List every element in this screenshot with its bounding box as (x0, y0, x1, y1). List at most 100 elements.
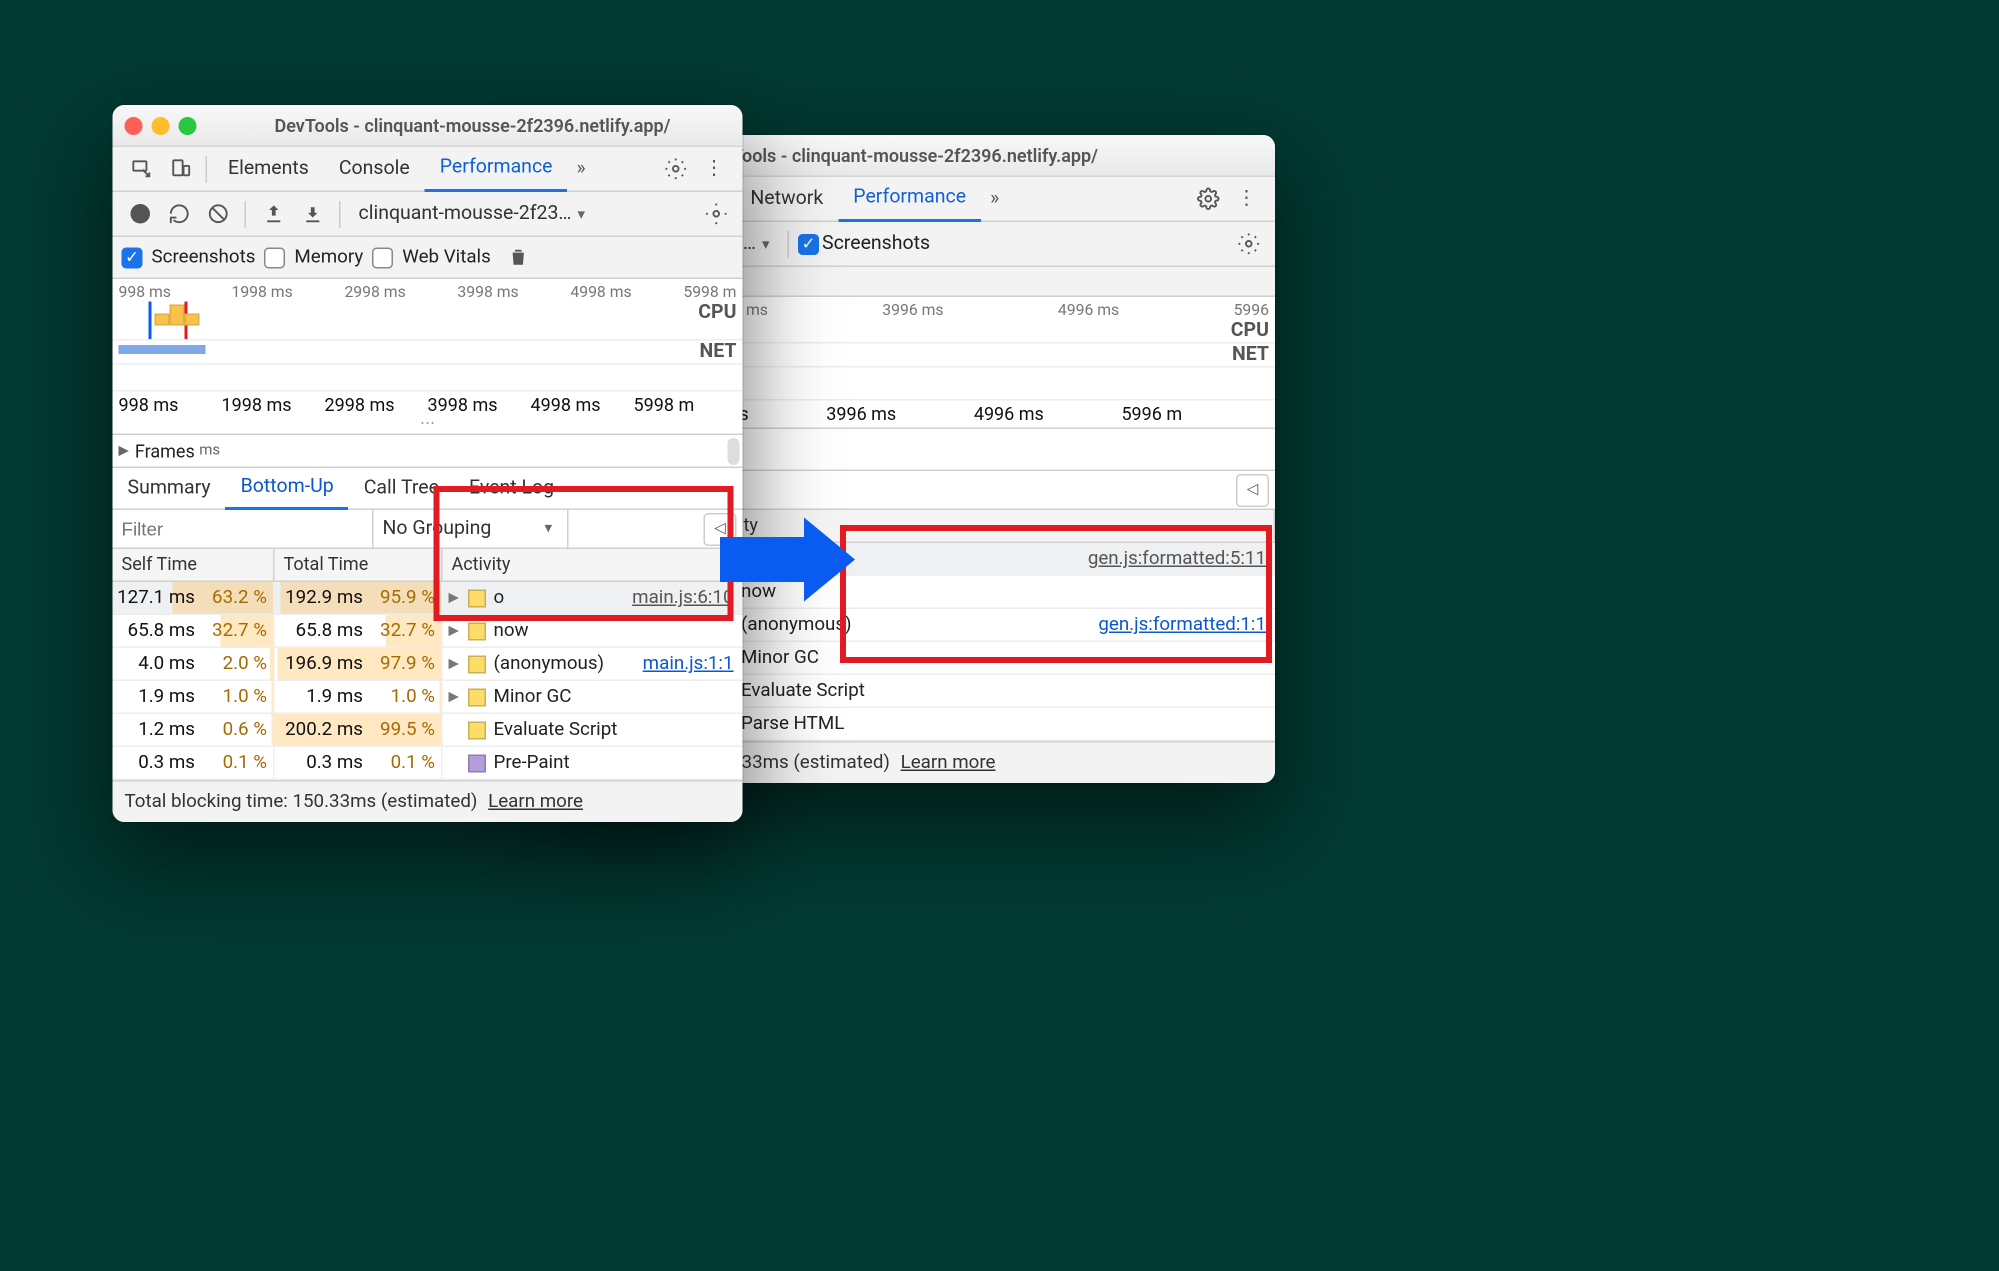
scrollbar-thumb[interactable] (728, 438, 740, 465)
category-icon (468, 721, 486, 739)
tab-elements[interactable]: Elements (213, 147, 324, 191)
frames-label: Frames (135, 440, 195, 461)
total-pct: 32.7 % (369, 620, 435, 643)
activity-name: o (494, 587, 505, 610)
activity-row[interactable]: ▶Parse HTML (690, 708, 1275, 741)
table-row[interactable]: 127.1 ms63.2 %192.9 ms95.9 %▶omain.js:6:… (113, 582, 743, 615)
table-row[interactable]: 0.3 ms0.1 %0.3 ms0.1 %▶Pre-Paint (113, 747, 743, 780)
screenshots-checkbox[interactable] (798, 233, 819, 254)
url-selector[interactable]: clinquant-mousse-2f23… (350, 203, 595, 226)
gear-icon[interactable] (1188, 188, 1227, 211)
titlebar[interactable]: DevTools - clinquant-mousse-2f2396.netli… (113, 105, 743, 147)
maximize-icon[interactable] (179, 116, 197, 134)
webvitals-checkbox[interactable] (372, 247, 393, 268)
table-row[interactable]: 1.9 ms1.0 %1.9 ms1.0 %▶Minor GC (113, 681, 743, 714)
reload-icon[interactable] (161, 196, 197, 232)
perf-toolbar: clinquant-mousse-2f23… (113, 192, 743, 237)
source-link[interactable]: main.js:1:1 (643, 653, 743, 676)
memory-checkbox[interactable] (264, 247, 285, 268)
flame-chart-icon (155, 305, 200, 332)
col-total-time[interactable]: Total Time (275, 549, 443, 581)
tab-network[interactable]: Network (735, 177, 838, 221)
tab-summary[interactable]: Summary (113, 468, 226, 509)
kebab-menu-icon[interactable]: ⋮ (1227, 188, 1266, 211)
col-self-time[interactable]: Self Time (113, 549, 275, 581)
minimize-icon[interactable] (152, 116, 170, 134)
total-pct: 0.1 % (369, 752, 435, 775)
toggle-sidebar-icon[interactable]: ◁ (1236, 473, 1269, 506)
tab-performance[interactable]: Performance (425, 146, 568, 193)
tab-event-log[interactable]: Event Log (454, 468, 569, 509)
source-link[interactable]: gen.js:formatted:1:1 (1098, 614, 1275, 637)
screenshots-checkbox[interactable] (122, 247, 143, 268)
gear-icon[interactable] (698, 196, 734, 232)
tab-call-tree[interactable]: Call Tree (349, 468, 454, 509)
screenshots-label: Screenshots (152, 246, 256, 269)
cpu-band: CPU (113, 302, 743, 341)
tab-bottom-up[interactable]: Bottom-Up (226, 467, 349, 511)
memory-label: Memory (294, 246, 363, 269)
total-ms: 1.9 ms (275, 686, 364, 709)
window-controls[interactable] (125, 116, 197, 134)
self-pct: 63.2 % (201, 587, 267, 610)
source-link[interactable]: main.js:6:10 (632, 587, 742, 610)
net-band: NET (113, 341, 743, 365)
more-tabs-icon[interactable]: » (567, 158, 594, 181)
gear-icon[interactable] (656, 158, 695, 181)
tab-performance[interactable]: Performance (838, 176, 981, 223)
self-ms: 4.0 ms (113, 653, 196, 676)
gear-icon[interactable] (1230, 226, 1266, 262)
overview-timeline[interactable]: 998 ms1998 ms2998 ms3998 ms4998 ms5998 m… (113, 279, 743, 435)
frames-row[interactable]: Frames ms (113, 435, 743, 468)
webvitals-label: Web Vitals (402, 246, 491, 269)
total-ms: 65.8 ms (275, 620, 364, 643)
close-icon[interactable] (125, 116, 143, 134)
filter-input[interactable] (113, 510, 374, 548)
category-icon (468, 688, 486, 706)
kebab-menu-icon[interactable]: ⋮ (695, 158, 734, 181)
activity-name: (anonymous) (494, 653, 605, 676)
self-pct: 1.0 % (201, 686, 267, 709)
self-ms: 1.9 ms (113, 686, 196, 709)
trash-icon[interactable] (500, 239, 536, 275)
footer: Total blocking time: 150.33ms (estimated… (113, 780, 743, 822)
more-tabs-icon[interactable]: » (981, 188, 1008, 211)
self-ms: 0.3 ms (113, 752, 196, 775)
activity-name: Minor GC (494, 686, 572, 709)
total-pct: 99.5 % (369, 719, 435, 742)
total-pct: 95.9 % (369, 587, 435, 610)
learn-more-link[interactable]: Learn more (488, 791, 583, 814)
table-row[interactable]: 4.0 ms2.0 %196.9 ms97.9 %▶(anonymous)mai… (113, 648, 743, 681)
screenshots-label: Screenshots (822, 233, 930, 256)
timeline-ruler-bottom: 998 ms1998 ms2998 ms3998 ms4998 ms5998 m (113, 392, 743, 419)
table-row[interactable]: 1.2 ms0.6 %200.2 ms99.5 %▶Evaluate Scrip… (113, 714, 743, 747)
col-activity[interactable]: Activity (443, 549, 743, 581)
table-row[interactable]: 65.8 ms32.7 %65.8 ms32.7 %▶now (113, 615, 743, 648)
self-pct: 2.0 % (201, 653, 267, 676)
activity-row[interactable]: ▶(anonymous)gen.js:formatted:1:1 (690, 609, 1275, 642)
self-pct: 0.6 % (201, 719, 267, 742)
upload-icon[interactable] (255, 196, 291, 232)
activity-name: Parse HTML (741, 713, 844, 736)
clear-icon[interactable] (200, 196, 236, 232)
activity-name: Evaluate Script (741, 680, 865, 703)
grouping-dropdown[interactable]: No Grouping (374, 510, 569, 548)
inspect-icon[interactable] (122, 158, 161, 181)
total-ms: 192.9 ms (275, 587, 364, 610)
tab-console[interactable]: Console (324, 147, 425, 191)
source-link[interactable]: gen.js:formatted:5:11 (1088, 548, 1275, 571)
self-ms: 65.8 ms (113, 620, 196, 643)
panel-tabs: Elements Console Performance » ⋮ (113, 147, 743, 192)
activity-row[interactable]: ▶Evaluate Script (690, 675, 1275, 708)
self-ms: 127.1 ms (113, 587, 196, 610)
total-ms: 196.9 ms (275, 653, 364, 676)
record-button[interactable] (122, 196, 158, 232)
category-icon (468, 655, 486, 673)
category-icon (468, 622, 486, 640)
activity-row[interactable]: ▶Minor GC (690, 642, 1275, 675)
total-ms: 200.2 ms (275, 719, 364, 742)
learn-more-link[interactable]: Learn more (901, 752, 996, 775)
devtools-window-before: DevTools - clinquant-mousse-2f2396.netli… (113, 105, 743, 822)
download-icon[interactable] (294, 196, 330, 232)
device-toggle-icon[interactable] (161, 158, 200, 181)
